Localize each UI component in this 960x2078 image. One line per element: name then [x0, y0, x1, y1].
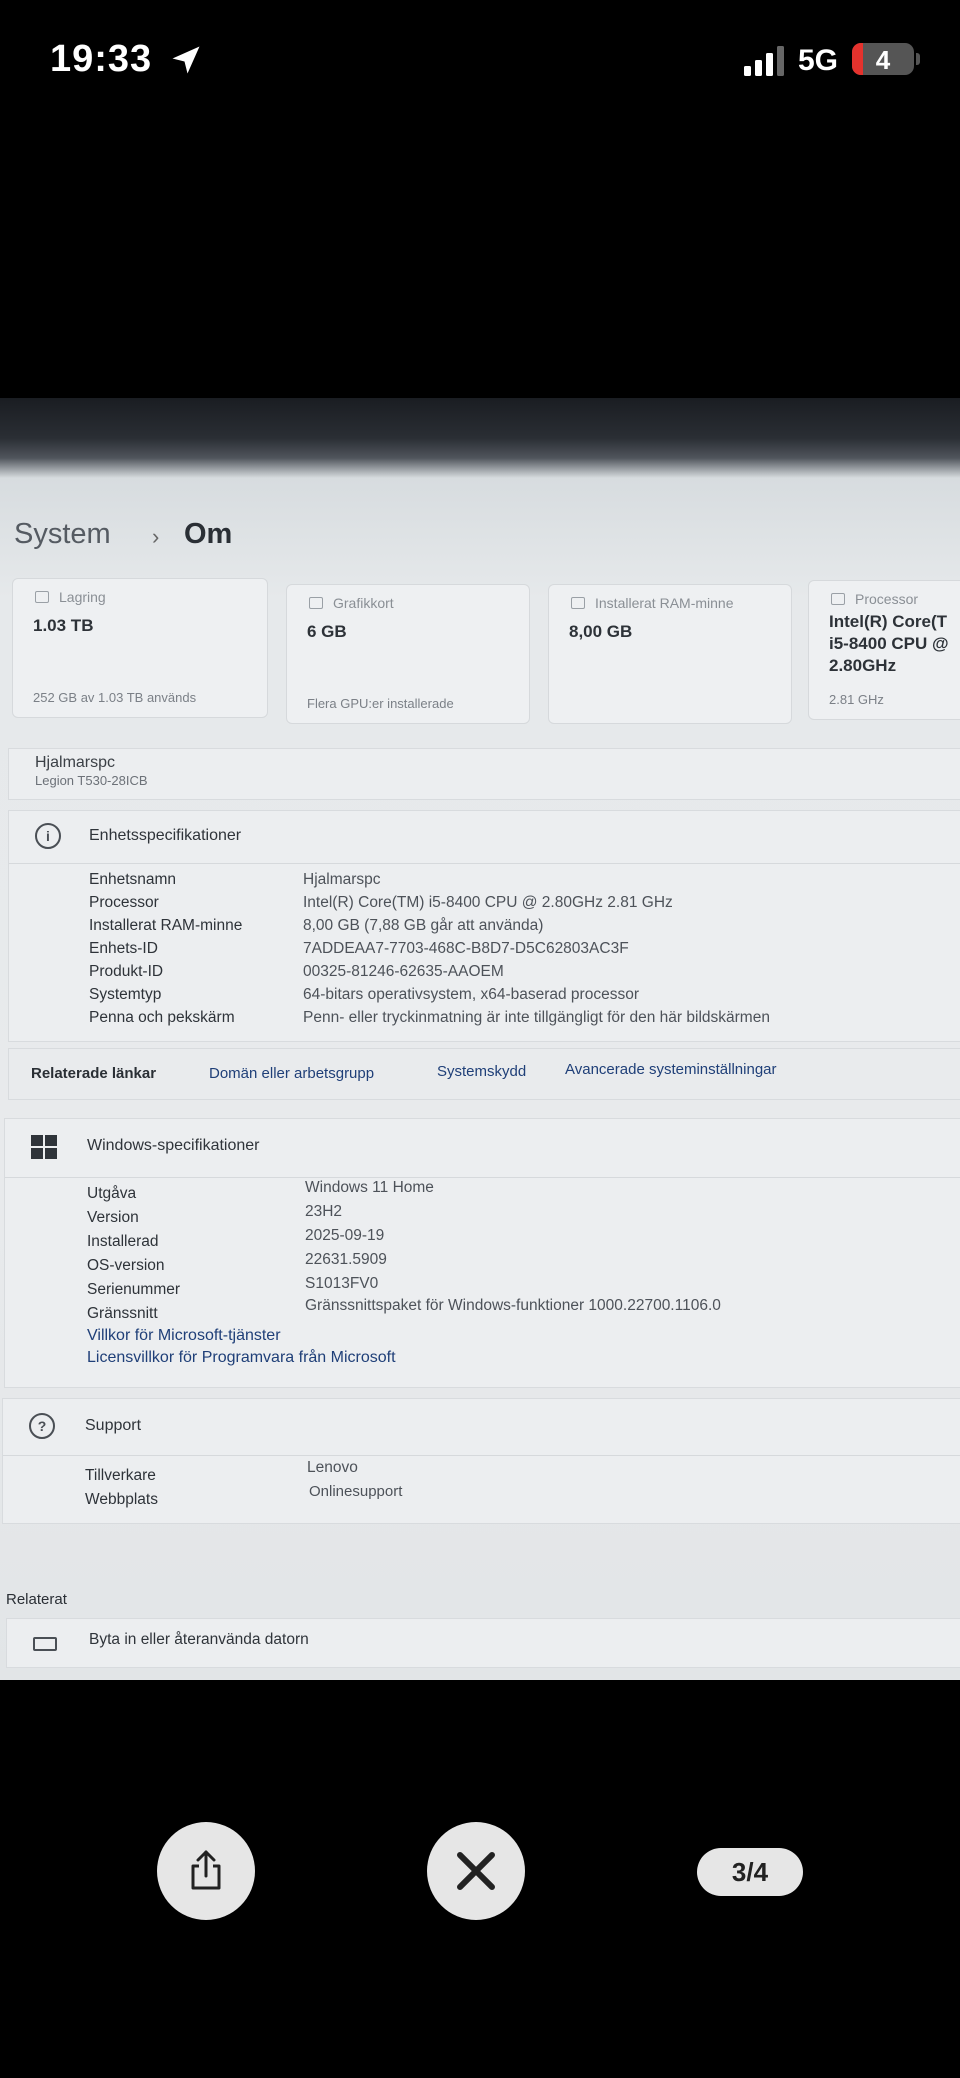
- status-bar: 19:33 5G 4: [0, 0, 960, 120]
- processor-card[interactable]: Processor Intel(R) Core(T i5-8400 CPU @ …: [808, 580, 960, 720]
- graphics-card[interactable]: Grafikkort 6 GB Flera GPU:er installerad…: [286, 584, 530, 724]
- share-icon: [191, 1850, 221, 1890]
- card-value: 6 GB: [307, 622, 347, 641]
- help-icon: ?: [29, 1413, 55, 1439]
- related-links-label: Relaterade länkar: [31, 1065, 157, 1082]
- storage-card[interactable]: Lagring 1.03 TB 252 GB av 1.03 TB använd…: [12, 578, 268, 718]
- section-title: Support: [85, 1417, 142, 1434]
- link-microsoft-services-terms[interactable]: Villkor för Microsoft-tjänster: [87, 1327, 281, 1345]
- page-indicator: 3/4: [697, 1848, 803, 1896]
- card-sub: 2.81 GHz: [829, 692, 884, 707]
- card-sub: Flera GPU:er installerade: [307, 696, 454, 711]
- card-label: Installerat RAM-minne: [595, 595, 734, 611]
- ram-card[interactable]: Installerat RAM-minne 8,00 GB: [548, 584, 792, 724]
- card-sub: 252 GB av 1.03 TB används: [33, 690, 197, 705]
- share-button[interactable]: [157, 1822, 255, 1920]
- breadcrumb-separator: ›: [152, 524, 160, 549]
- windows-logo-icon: [31, 1135, 57, 1159]
- battery-tip: [916, 53, 920, 65]
- laptop-icon: [33, 1637, 57, 1651]
- card-label: Lagring: [59, 589, 106, 605]
- section-title: Windows-specifikationer: [87, 1137, 260, 1154]
- settings-page: System › Om Lagring 1.03 TB 252 GB av 1.…: [0, 458, 960, 1680]
- page-title: Om: [184, 518, 233, 550]
- related-links-bar: Relaterade länkar Domän eller arbetsgrup…: [8, 1048, 960, 1100]
- section-title: Enhetsspecifikationer: [89, 827, 242, 844]
- trade-in-label: Byta in eller återanvända datorn: [89, 1631, 309, 1648]
- link-online-support[interactable]: Onlinesupport: [309, 1483, 402, 1500]
- link-software-license-terms[interactable]: Licensvillkor för Programvara från Micro…: [87, 1349, 396, 1367]
- support-panel: ? Support Tillverkare Lenovo Webbplats O…: [2, 1398, 960, 1524]
- card-value: 1.03 TB: [33, 616, 94, 635]
- device-name: Hjalmarspc: [35, 754, 116, 771]
- cellular-signal-icon: [744, 46, 784, 76]
- location-arrow-icon: [172, 46, 200, 74]
- device-specs-panel: i Enhetsspecifikationer Enhetsnamn Hjalm…: [8, 810, 960, 1042]
- battery-icon: 4: [852, 43, 914, 75]
- status-time: 19:33: [50, 38, 153, 80]
- close-icon: [457, 1852, 495, 1890]
- device-model: Legion T530-28ICB: [35, 773, 148, 788]
- network-type: 5G: [798, 44, 839, 77]
- info-icon: i: [35, 823, 61, 849]
- link-advanced-settings[interactable]: Avancerade systeminställningar: [565, 1061, 777, 1078]
- windows-specs-panel: Windows-specifikationer Utgåva Windows 1…: [4, 1118, 960, 1388]
- battery-level: 4: [875, 45, 891, 75]
- card-value: Intel(R) Core(T i5-8400 CPU @ 2.80GHz: [829, 612, 949, 675]
- card-label: Grafikkort: [333, 595, 394, 611]
- breadcrumb-system[interactable]: System: [14, 518, 111, 551]
- card-label: Processor: [855, 591, 919, 607]
- device-name-panel[interactable]: Hjalmarspc Legion T530-28ICB: [8, 748, 960, 800]
- close-button[interactable]: [427, 1822, 525, 1920]
- trade-in-item[interactable]: Byta in eller återanvända datorn: [6, 1618, 960, 1668]
- link-domain-workgroup[interactable]: Domän eller arbetsgrupp: [209, 1065, 374, 1082]
- card-value: 8,00 GB: [569, 622, 633, 641]
- link-system-protection[interactable]: Systemskydd: [437, 1063, 526, 1080]
- related-section-label: Relaterat: [6, 1591, 67, 1608]
- photo-view[interactable]: System › Om Lagring 1.03 TB 252 GB av 1.…: [0, 398, 960, 1680]
